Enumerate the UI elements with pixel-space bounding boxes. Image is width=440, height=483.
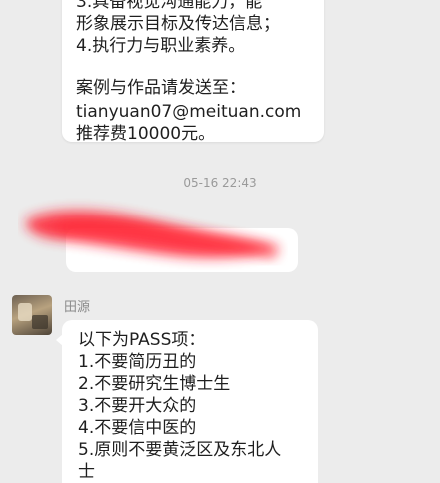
message-bubble[interactable]: 3.具备视觉沟通能力，能 形象展示目标及传达信息； 4.执行力与职业素养。 案例… — [62, 0, 324, 144]
message-line: 案例与作品请发送至： — [76, 78, 246, 98]
message-line: 3.具备视觉沟通能力，能 — [76, 0, 263, 12]
message-line: 4.执行力与职业素养。 — [76, 36, 246, 56]
sender-name: 田源 — [64, 300, 91, 315]
sender-avatar[interactable] — [12, 295, 52, 335]
message-line: 推荐费10000元。 — [76, 124, 216, 144]
message-line: 5.原则不要黄泛区及东北人 — [78, 440, 282, 460]
message-line: 1.不要简历丑的 — [78, 352, 197, 372]
message-line: 形象展示目标及传达信息； — [76, 14, 280, 34]
message-line: 士 — [78, 462, 95, 482]
redacted-message-bubble[interactable] — [66, 228, 298, 272]
message-email[interactable]: tianyuan07@meituan.com — [76, 102, 301, 123]
message-line: 2.不要研究生博士生 — [78, 374, 231, 394]
message-bubble[interactable]: 以下为PASS项： 1.不要简历丑的 2.不要研究生博士生 3.不要开大众的 4… — [56, 320, 318, 483]
message-line: 以下为PASS项： — [78, 330, 206, 350]
message-timestamp: 05-16 22:43 — [183, 176, 257, 190]
message-line: 4.不要信中医的 — [78, 418, 197, 438]
chat-view: 3.具备视觉沟通能力，能 形象展示目标及传达信息； 4.执行力与职业素养。 案例… — [0, 0, 440, 483]
message-line: 3.不要开大众的 — [78, 396, 197, 416]
